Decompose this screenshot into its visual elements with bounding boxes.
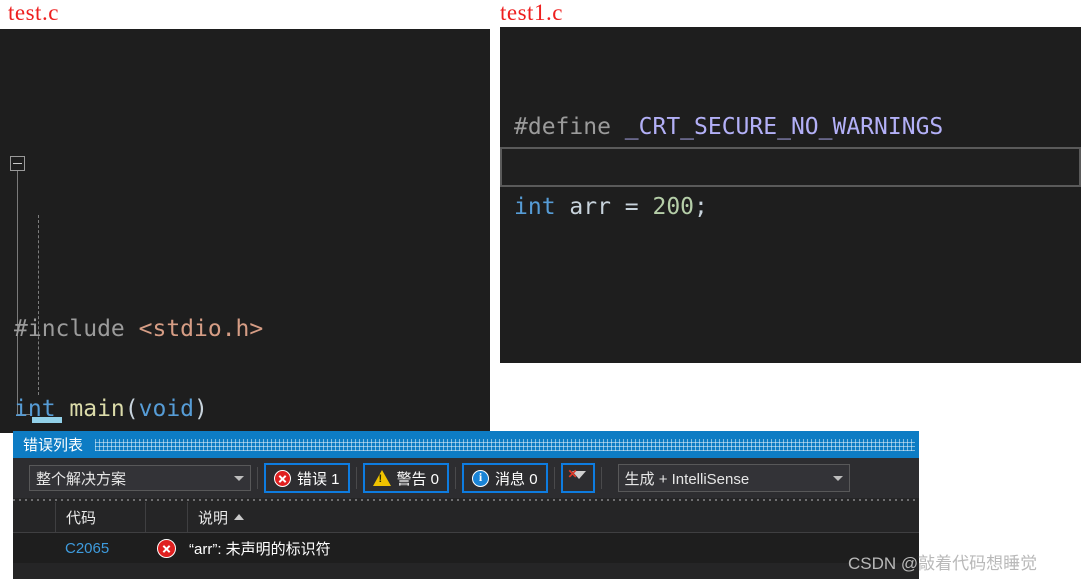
- code-token: <stdio.h>: [138, 316, 264, 342]
- code-token: ;: [694, 194, 708, 220]
- info-icon: [472, 469, 490, 487]
- scope-dropdown[interactable]: 整个解决方案: [29, 465, 251, 491]
- toolbar-separator: [553, 467, 555, 489]
- code-line[interactable]: #include <stdio.h>: [0, 309, 490, 349]
- collapse-region-icon[interactable]: [10, 156, 25, 171]
- code-line[interactable]: int arr = 200;: [500, 187, 1081, 227]
- error-code-link[interactable]: C2065: [55, 540, 145, 557]
- toolbar-separator: [355, 467, 357, 489]
- build-filter-value: 生成 + IntelliSense: [624, 470, 750, 488]
- column-header-description[interactable]: 说明: [188, 502, 919, 532]
- build-filter-dropdown[interactable]: 生成 + IntelliSense: [617, 464, 850, 492]
- column-header-severity[interactable]: [146, 502, 188, 532]
- table-row[interactable]: C2065 “arr”: 未声明的标识符: [13, 533, 919, 563]
- error-list-rows: C2065 “arr”: 未声明的标识符: [13, 533, 919, 563]
- error-list-panel: 错误列表 整个解决方案 错误 1 警告 0 消息 0 ✕: [13, 431, 919, 579]
- error-list-toolbar: 整个解决方案 错误 1 警告 0 消息 0 ✕ 生成 + IntelliSens…: [13, 458, 919, 498]
- watermark: CSDN @敲着代码想睡觉: [848, 554, 1038, 573]
- column-header-description-label: 说明: [198, 509, 229, 527]
- column-header-code-label: 代码: [66, 509, 97, 527]
- severity-cell: [145, 538, 187, 558]
- code-token: ): [194, 396, 208, 422]
- code-token: 200: [652, 194, 695, 220]
- code-token: _CRT_SECURE_NO_WARNINGS: [624, 114, 944, 140]
- error-icon: [156, 538, 176, 558]
- file-caption-test-c: test.c: [8, 0, 59, 25]
- error-icon: [274, 469, 291, 487]
- warning-count-button[interactable]: 警告 0: [362, 463, 450, 493]
- chevron-down-icon: [234, 475, 244, 481]
- code-token: arr: [569, 194, 625, 220]
- sort-ascending-icon: [234, 514, 245, 520]
- code-token: main: [69, 396, 125, 422]
- clear-filter-button[interactable]: ✕: [560, 463, 595, 493]
- error-count-button[interactable]: 错误 1: [264, 463, 350, 493]
- error-list-titlebar[interactable]: 错误列表: [13, 431, 919, 458]
- code-token: #define: [514, 114, 625, 140]
- code-lines-test-c: #include <stdio.h>int main(void){ //exte…: [0, 309, 490, 433]
- code-token: int: [14, 396, 70, 422]
- code-line[interactable]: #define _CRT_SECURE_NO_WARNINGS: [500, 107, 1081, 147]
- error-description: “arr”: 未声明的标识符: [189, 540, 331, 558]
- column-header-code[interactable]: 代码: [56, 502, 146, 532]
- code-token: =: [624, 194, 653, 220]
- toolbar-separator: [600, 467, 602, 489]
- code-token: #include: [14, 316, 139, 342]
- code-editor-test1-c[interactable]: #define _CRT_SECURE_NO_WARNINGSint arr =…: [500, 27, 1081, 363]
- file-caption-test1-c: test1.c: [500, 0, 563, 25]
- message-count-button[interactable]: 消息 0: [462, 463, 548, 493]
- scope-dropdown-value: 整个解决方案: [36, 470, 127, 488]
- code-editor-test-c[interactable]: #include <stdio.h>int main(void){ //exte…: [0, 29, 490, 433]
- code-line[interactable]: [500, 147, 1081, 187]
- code-token: void: [138, 396, 195, 422]
- code-lines-test1-c: #define _CRT_SECURE_NO_WARNINGSint arr =…: [500, 107, 1081, 227]
- error-count-label: 错误 1: [297, 470, 340, 488]
- clear-x-icon: ✕: [567, 467, 578, 481]
- code-token: (: [124, 396, 139, 422]
- code-line[interactable]: int main(void): [0, 389, 490, 429]
- error-list-header: 代码 说明: [13, 502, 919, 533]
- header-spacer: [13, 502, 56, 532]
- chevron-down-icon: [832, 475, 843, 481]
- titlebar-grip[interactable]: [95, 438, 915, 451]
- toolbar-separator: [257, 467, 258, 489]
- toolbar-separator: [455, 467, 457, 489]
- code-line[interactable]: [0, 349, 490, 389]
- warning-count-label: 警告 0: [396, 470, 440, 488]
- code-token: int: [514, 194, 570, 220]
- message-count-label: 消息 0: [495, 470, 538, 488]
- error-list-title: 错误列表: [23, 437, 84, 454]
- warning-icon: [372, 470, 391, 486]
